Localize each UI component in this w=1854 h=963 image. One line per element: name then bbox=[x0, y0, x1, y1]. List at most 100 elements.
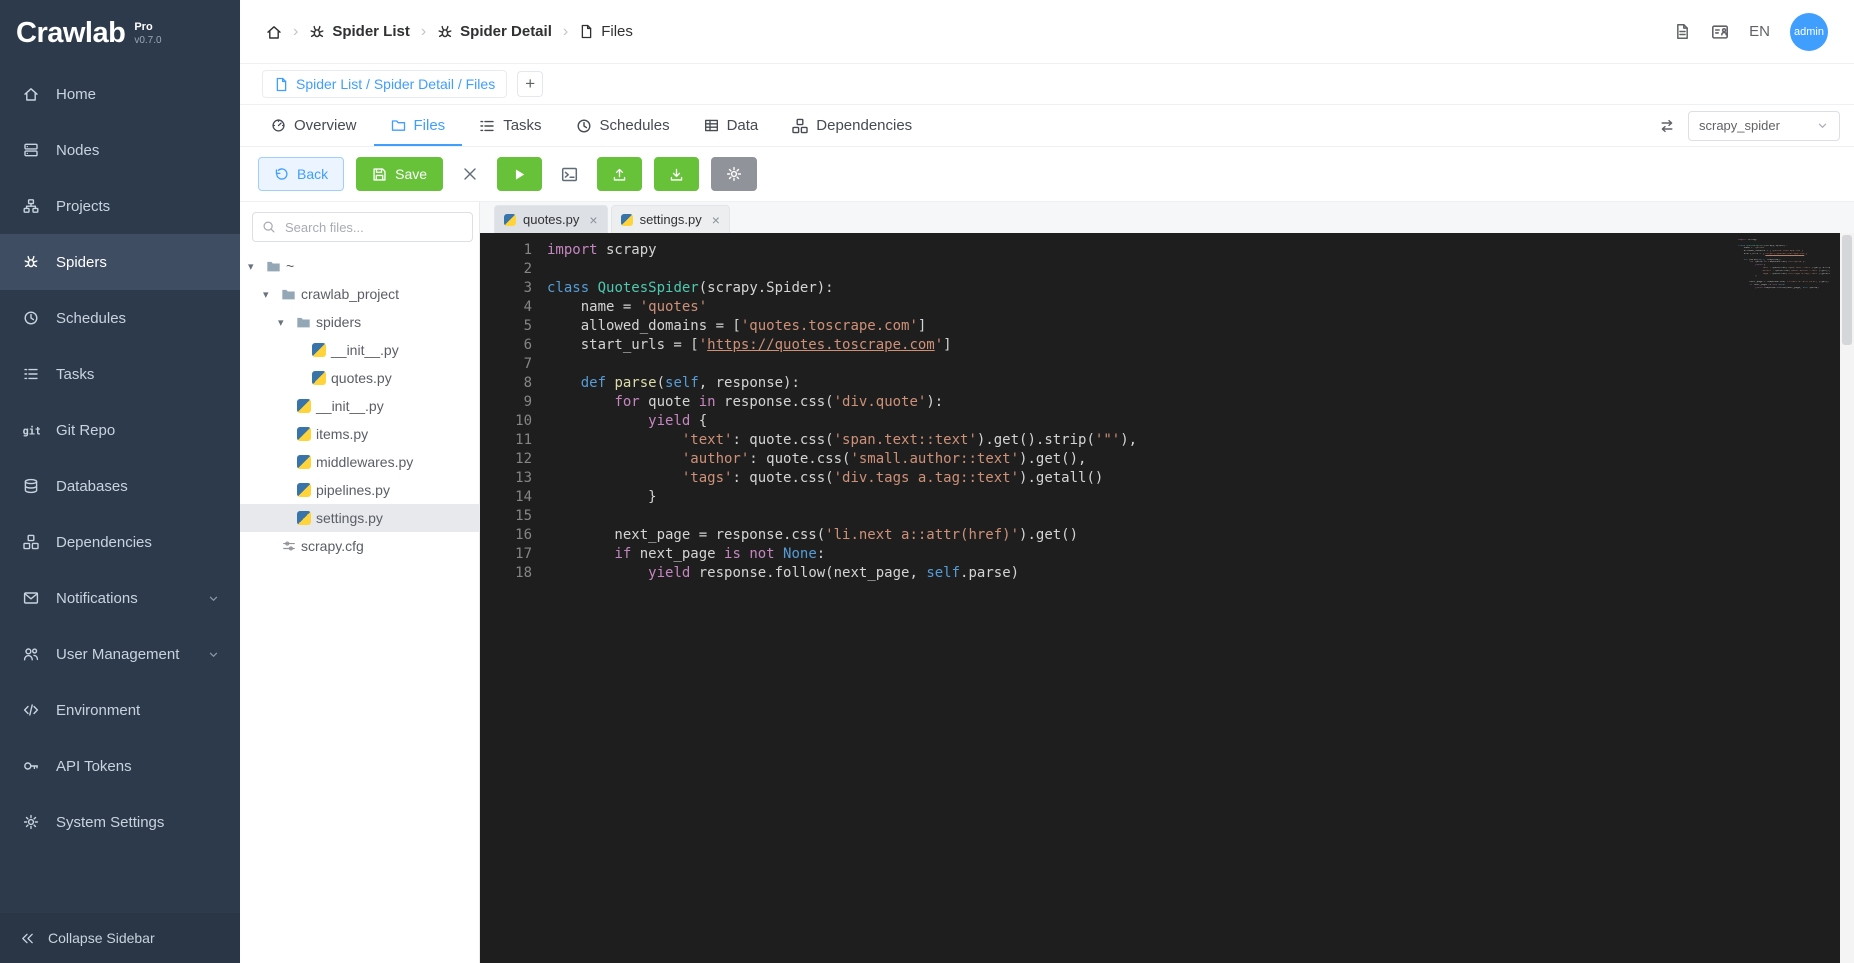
sidebar-item-environment[interactable]: Environment bbox=[0, 682, 240, 738]
sidebar-item-spiders[interactable]: Spiders bbox=[0, 234, 240, 290]
page-tab-spider-list-spider-detail-files[interactable]: Spider List / Spider Detail / Files bbox=[262, 70, 507, 98]
tree-folder-root[interactable]: ▾~ bbox=[240, 252, 479, 280]
breadcrumb-item-spider-list[interactable]: Spider List bbox=[309, 23, 410, 40]
avatar[interactable]: admin bbox=[1790, 13, 1828, 51]
breadcrumb-item-spider-detail[interactable]: Spider Detail bbox=[437, 23, 552, 40]
tree-file-middlewares-py[interactable]: middlewares.py bbox=[240, 448, 479, 476]
sidebar-item-databases[interactable]: Databases bbox=[0, 458, 240, 514]
tree-item-label: middlewares.py bbox=[316, 454, 413, 470]
breadcrumb-item-files[interactable]: Files bbox=[579, 23, 633, 40]
tree-folder-spiders[interactable]: ▾spiders bbox=[240, 308, 479, 336]
sidebar-item-dependencies[interactable]: Dependencies bbox=[0, 514, 240, 570]
tree-file-scrapy-cfg[interactable]: scrapy.cfg bbox=[240, 532, 479, 560]
tab-overview[interactable]: Overview bbox=[254, 105, 374, 146]
tab-schedules[interactable]: Schedules bbox=[559, 105, 687, 146]
code-line[interactable]: 5 allowed_domains = ['quotes.toscrape.co… bbox=[480, 317, 1840, 336]
data-icon bbox=[704, 118, 719, 133]
code-line[interactable]: 8 def parse(self, response): bbox=[480, 374, 1840, 393]
tree-file-init-py[interactable]: __init__.py bbox=[240, 336, 479, 364]
code-scroll[interactable]: 1import scrapy23class QuotesSpider(scrap… bbox=[480, 233, 1840, 963]
scrollbar-thumb[interactable] bbox=[1842, 235, 1852, 345]
tab-data[interactable]: Data bbox=[687, 105, 776, 146]
code-line[interactable]: 4 name = 'quotes' bbox=[480, 298, 1840, 317]
schedules-icon bbox=[20, 310, 41, 326]
code-line[interactable]: 13 'tags': quote.css('div.tags a.tag::te… bbox=[480, 469, 1840, 488]
tab-tasks[interactable]: Tasks bbox=[462, 105, 558, 146]
tree-file-items-py[interactable]: items.py bbox=[240, 420, 479, 448]
search-files-input[interactable] bbox=[283, 219, 463, 236]
sidebar-item-notifications[interactable]: Notifications bbox=[0, 570, 240, 626]
sidebar-item-nodes[interactable]: Nodes bbox=[0, 122, 240, 178]
code-line[interactable]: 17 if next_page is not None: bbox=[480, 545, 1840, 564]
editor-tab-quotes-py[interactable]: quotes.py× bbox=[494, 205, 608, 233]
code-line[interactable]: 11 'text': quote.css('span.text::text').… bbox=[480, 431, 1840, 450]
upload-button[interactable] bbox=[597, 157, 642, 191]
editor-tab-settings-py[interactable]: settings.py× bbox=[611, 205, 730, 233]
tab-dependencies[interactable]: Dependencies bbox=[775, 105, 929, 146]
users-icon bbox=[20, 646, 41, 662]
code-line[interactable]: 7 bbox=[480, 355, 1840, 374]
code-line[interactable]: 16 next_page = response.css('li.next a::… bbox=[480, 526, 1840, 545]
sidebar-item-tasks[interactable]: Tasks bbox=[0, 346, 240, 402]
tree-file-quotes-py[interactable]: quotes.py bbox=[240, 364, 479, 392]
code-line[interactable]: 1import scrapy bbox=[480, 241, 1840, 260]
spider-select[interactable]: scrapy_spider bbox=[1688, 111, 1840, 141]
sidebar-item-label: Home bbox=[56, 86, 96, 103]
sidebar-item-git-repo[interactable]: gitGit Repo bbox=[0, 402, 240, 458]
breadcrumb-item-home[interactable] bbox=[266, 24, 282, 40]
code-line[interactable]: 12 'author': quote.css('small.author::te… bbox=[480, 450, 1840, 469]
code-area[interactable]: 1import scrapy23class QuotesSpider(scrap… bbox=[480, 233, 1854, 963]
language-switcher[interactable]: EN bbox=[1749, 23, 1770, 40]
workspace: − ▾~▾crawlab_project▾spiders__init__.pyq… bbox=[240, 202, 1854, 963]
sidebar-item-home[interactable]: Home bbox=[0, 66, 240, 122]
tab-files[interactable]: Files bbox=[374, 105, 463, 146]
license-button[interactable] bbox=[1711, 23, 1729, 41]
line-content: for quote in response.css('div.quote'): bbox=[547, 393, 943, 412]
python-icon bbox=[308, 371, 329, 385]
tree-expand-caret-icon[interactable]: ▾ bbox=[263, 288, 278, 301]
code-line[interactable]: 2 bbox=[480, 260, 1840, 279]
python-icon bbox=[293, 483, 314, 497]
code-line[interactable]: 9 for quote in response.css('div.quote')… bbox=[480, 393, 1840, 412]
tree-expand-caret-icon[interactable]: ▾ bbox=[248, 260, 263, 273]
sidebar-item-label: Tasks bbox=[56, 366, 94, 383]
tree-expand-caret-icon[interactable]: ▾ bbox=[278, 316, 293, 329]
tree-folder-crawlab-project[interactable]: ▾crawlab_project bbox=[240, 280, 479, 308]
close-icon[interactable]: × bbox=[589, 212, 597, 228]
tree-file-init-py[interactable]: __init__.py bbox=[240, 392, 479, 420]
sidebar-item-api-tokens[interactable]: API Tokens bbox=[0, 738, 240, 794]
tab-label: Tasks bbox=[503, 117, 541, 134]
code-line[interactable]: 14 } bbox=[480, 488, 1840, 507]
editor-scrollbar[interactable] bbox=[1840, 233, 1854, 963]
settings-button[interactable] bbox=[711, 157, 757, 191]
tab-label: Schedules bbox=[600, 117, 670, 134]
line-number: 8 bbox=[480, 374, 532, 393]
minimap[interactable]: import scrapyclass QuotesSpider(scrapy.S… bbox=[1738, 239, 1830, 289]
code-line[interactable]: 10 yield { bbox=[480, 412, 1840, 431]
app-logo[interactable]: Crawlab Pro v0.7.0 bbox=[0, 0, 240, 66]
code-line[interactable]: 15 bbox=[480, 507, 1840, 526]
terminal-button[interactable] bbox=[554, 157, 585, 191]
sidebar-item-user-management[interactable]: User Management bbox=[0, 626, 240, 682]
close-icon[interactable]: × bbox=[712, 212, 720, 228]
document-button[interactable] bbox=[1674, 23, 1691, 40]
sidebar-item-projects[interactable]: Projects bbox=[0, 178, 240, 234]
save-button[interactable]: Save bbox=[356, 157, 443, 191]
environment-icon bbox=[20, 702, 41, 718]
tree-file-settings-py[interactable]: settings.py bbox=[240, 504, 479, 532]
back-button[interactable]: Back bbox=[258, 157, 344, 191]
code-line[interactable]: 6 start_urls = ['https://quotes.toscrape… bbox=[480, 336, 1840, 355]
save-icon bbox=[372, 167, 387, 182]
tools-button[interactable] bbox=[455, 157, 485, 191]
run-button[interactable] bbox=[497, 157, 542, 191]
code-line[interactable]: 18 yield response.follow(next_page, self… bbox=[480, 564, 1840, 583]
tree-file-pipelines-py[interactable]: pipelines.py bbox=[240, 476, 479, 504]
code-line[interactable]: 3class QuotesSpider(scrapy.Spider): bbox=[480, 279, 1840, 298]
add-tab-button[interactable]: + bbox=[517, 71, 543, 97]
sidebar-item-system-settings[interactable]: System Settings bbox=[0, 794, 240, 850]
collapse-sidebar-button[interactable]: Collapse Sidebar bbox=[0, 913, 240, 963]
sidebar-item-schedules[interactable]: Schedules bbox=[0, 290, 240, 346]
export-button[interactable] bbox=[654, 157, 699, 191]
sidebar-item-label: Projects bbox=[56, 198, 110, 215]
exchange-icon[interactable] bbox=[1659, 118, 1675, 134]
